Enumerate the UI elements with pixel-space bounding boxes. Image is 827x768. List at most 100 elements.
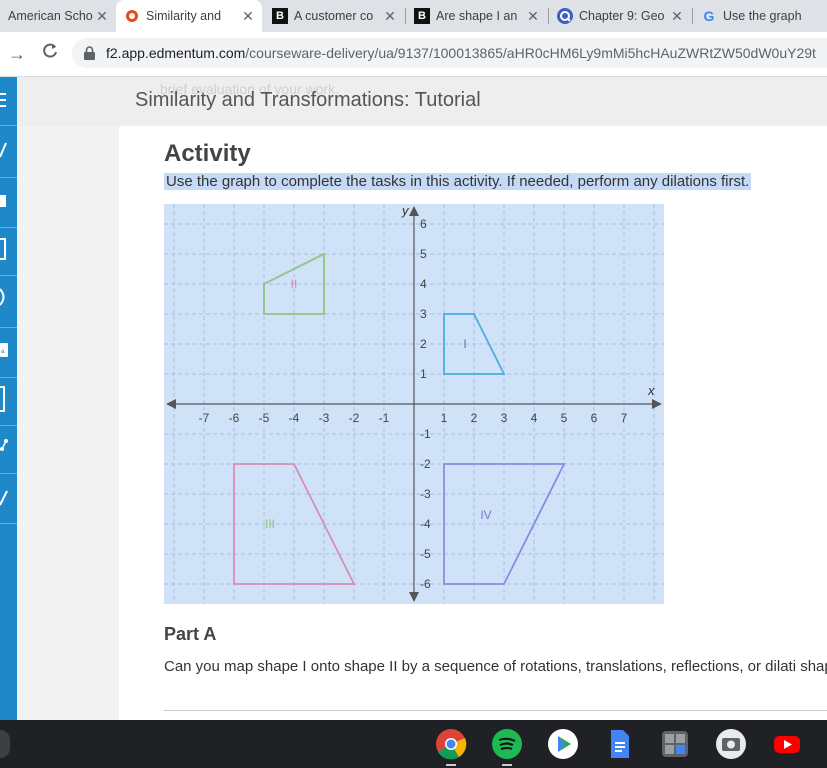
spotify-icon[interactable] <box>491 728 523 760</box>
rail-divider <box>0 377 17 378</box>
reload-icon[interactable] <box>41 42 59 65</box>
y-tick-label: 2 <box>420 337 427 351</box>
rail-divider <box>0 523 17 524</box>
shape-label-ii: II <box>291 277 298 291</box>
close-tab-icon[interactable]: ✕ <box>525 8 541 25</box>
tab-shape[interactable]: B Are shape I an ✕ <box>406 0 547 32</box>
x-tick-label: -5 <box>259 411 270 425</box>
x-tick-label: 4 <box>531 411 538 425</box>
activity-heading: Activity <box>164 140 251 167</box>
rail-divider <box>0 227 17 228</box>
pencil-icon[interactable] <box>0 139 10 159</box>
part-a-question: Can you map shape I onto shape II by a s… <box>164 658 827 675</box>
running-indicator <box>502 764 512 766</box>
activity-instruction: Use the graph to complete the tasks in t… <box>164 173 752 190</box>
browser-tab-strip: American Scho ✕ Similarity and ✕ B A cus… <box>0 0 827 32</box>
x-tick-label: -6 <box>229 411 240 425</box>
url-path: /courseware-delivery/ua/9137/100013865/a… <box>245 45 816 61</box>
shape-label-i: I <box>463 337 466 351</box>
chrome-icon[interactable] <box>435 728 467 760</box>
calculator-icon[interactable] <box>659 728 691 760</box>
courseware-app: a brief evaluation of your work. Similar… <box>0 77 827 720</box>
trash-icon[interactable] <box>0 191 10 211</box>
rail-divider <box>0 327 17 328</box>
shape-label-iv: IV <box>480 508 491 522</box>
x-axis-label: x <box>647 383 655 398</box>
tab-american-school[interactable]: American Scho ✕ <box>0 0 116 32</box>
tab-title: Are shape I an <box>436 9 518 23</box>
coordinate-graph: -7 -6 -5 -4 -3 -2 -1 1 2 3 4 5 6 7654321-1-2-3-4-5-6 … <box>164 204 664 604</box>
tab-title: Use the graph <box>723 9 802 23</box>
x-tick-label: 1 <box>441 411 448 425</box>
running-indicator <box>446 764 456 766</box>
url-text: f2.app.edmentum.com/courseware-delivery/… <box>106 45 816 61</box>
close-tab-icon[interactable]: ✕ <box>382 8 398 25</box>
play-store-icon[interactable] <box>547 728 579 760</box>
x-tick-label: 5 <box>561 411 568 425</box>
lesson-header: brief evaluation of your work. Similarit… <box>17 77 827 126</box>
lock-icon <box>84 46 95 65</box>
highlighter-icon[interactable] <box>0 485 10 506</box>
tab-chapter9[interactable]: Chapter 9: Geo ✕ <box>549 0 691 32</box>
x-tick-label: -2 <box>349 411 360 425</box>
audio-icon[interactable] <box>0 285 10 306</box>
y-tick-label: 4 <box>420 277 427 291</box>
dictionary-icon[interactable]: a <box>0 341 10 361</box>
rail-divider <box>0 473 17 474</box>
x-tick-label: -7 <box>199 411 210 425</box>
page-title: Similarity and Transformations: Tutorial <box>135 89 481 111</box>
share-icon[interactable] <box>0 435 10 455</box>
lesson-content: Activity Use the graph to complete the t… <box>119 126 827 720</box>
tab-title: American Scho <box>8 9 93 23</box>
address-bar[interactable]: f2.app.edmentum.com/courseware-delivery/… <box>72 38 827 68</box>
shape-label-iii: III <box>265 517 275 531</box>
brainly-icon: B <box>272 8 288 24</box>
y-tick-label: -6 <box>420 577 431 591</box>
y-tick-label: -2 <box>420 457 431 471</box>
youtube-icon[interactable] <box>771 728 803 760</box>
tab-title: A customer co <box>294 9 374 23</box>
browser-toolbar: → f2.app.edmentum.com/courseware-deliver… <box>0 32 827 77</box>
part-a-heading: Part A <box>164 624 217 644</box>
y-tick-label: -1 <box>420 427 431 441</box>
google-icon: G <box>703 8 715 24</box>
menu-icon[interactable] <box>0 91 10 111</box>
x-tick-label: 3 <box>501 411 508 425</box>
launcher-button[interactable] <box>0 730 10 758</box>
rail-divider <box>0 275 17 276</box>
docs-icon[interactable] <box>603 728 635 760</box>
close-tab-icon[interactable]: ✕ <box>669 8 685 25</box>
y-tick-label: -3 <box>420 487 431 501</box>
y-tick-label: 1 <box>420 367 427 381</box>
y-tick-label: 3 <box>420 307 427 321</box>
tab-similarity[interactable]: Similarity and ✕ <box>116 0 262 32</box>
x-tick-label: -1 <box>379 411 390 425</box>
brainly-icon: B <box>414 8 430 24</box>
notes-icon[interactable] <box>0 385 10 412</box>
close-tab-icon[interactable]: ✕ <box>240 8 256 25</box>
tab-title: Chapter 9: Geo <box>579 9 665 23</box>
url-host: f2.app.edmentum.com <box>106 45 246 61</box>
x-tick-label: -3 <box>319 411 330 425</box>
rail-divider <box>0 177 17 178</box>
tab-use-the-graph[interactable]: G Use the graph <box>693 0 827 32</box>
os-taskbar <box>0 720 827 768</box>
close-tab-icon[interactable]: ✕ <box>94 8 110 25</box>
tool-rail: a <box>0 77 17 720</box>
tab-customer[interactable]: B A customer co ✕ <box>264 0 404 32</box>
bookmark-icon[interactable] <box>0 237 10 260</box>
y-tick-label: 5 <box>420 247 427 261</box>
tab-title: Similarity and <box>146 9 222 23</box>
camera-icon[interactable] <box>715 728 747 760</box>
x-tick-label: 2 <box>471 411 478 425</box>
rail-divider <box>0 125 17 126</box>
quizlet-icon <box>557 8 573 24</box>
edmentum-icon <box>124 8 140 24</box>
y-tick-label: -4 <box>420 517 431 531</box>
y-tick-label: 6 <box>420 217 427 231</box>
rail-divider <box>0 425 17 426</box>
x-tick-label: -4 <box>289 411 300 425</box>
forward-arrow-icon[interactable]: → <box>8 44 26 65</box>
y-tick-label: -5 <box>420 547 431 561</box>
x-tick-label: 7 <box>621 411 628 425</box>
